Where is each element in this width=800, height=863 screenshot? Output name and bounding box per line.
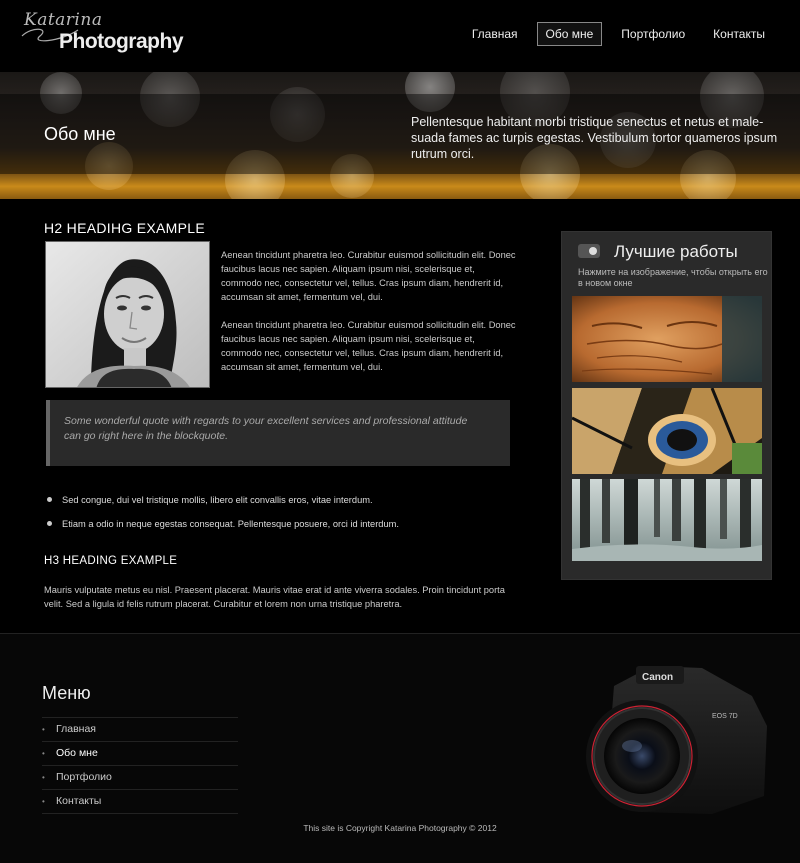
camera-model-text: EOS 7D [712,713,738,720]
page-title: Обо мне [44,124,116,144]
banner-description: Pellentesque habitant morbi tristique se… [411,115,778,161]
logo-script-text: Katarina [24,10,103,30]
h2-heading: H2 HEADIHG EXAMPLE [44,220,205,236]
blockquote-text: Some wonderful quote with regards to you… [64,415,468,442]
main-nav: Главная Обо мне Портфолио Контакты [463,22,774,46]
gallery-thumbnail-face[interactable] [572,296,762,382]
paragraph-3: Mauris vulputate metus eu nisl. Praesent… [44,585,505,609]
sidebar-title: Лучшие работы [614,242,738,261]
nav-item-contacts[interactable]: Контакты [704,22,774,46]
list-item: Sed congue, dui vel tristique mollis, li… [46,494,399,518]
nav-item-home[interactable]: Главная [463,22,527,46]
footer-menu-item-about[interactable]: Обо мне [42,742,238,766]
list-item: Etiam a odio in neque egestas consequat.… [46,518,399,542]
paragraph-1: Aenean tincidunt pharetra leo. Curabitur… [221,250,516,302]
gallery-thumbnail-forest[interactable] [572,479,762,561]
blockquote: Some wonderful quote with regards to you… [46,400,510,466]
camera-image: Canon EOS 7D [552,656,770,816]
sidebar-hint: Нажмите на изображение, чтобы открыть ег… [578,267,768,288]
toggle-icon [578,244,600,258]
copyright-text: This site is Copyright Katarina Photogra… [303,823,497,833]
footer-menu-title: Меню [42,683,91,703]
nav-item-about[interactable]: Обо мне [536,22,603,46]
footer-menu-item-portfolio[interactable]: Портфолио [42,766,238,790]
bullet-list: Sed congue, dui vel tristique mollis, li… [46,494,399,542]
h3-heading: H3 HEADING EXAMPLE [44,555,178,567]
footer-menu-item-home[interactable]: Главная [42,718,238,742]
footer-menu-item-contacts[interactable]: Контакты [42,790,238,814]
page-banner: Обо мне Pellentesque habitant morbi tris… [0,72,800,199]
site-logo[interactable]: Katarina Photography [20,10,184,58]
logo-main-text: Photography [59,30,184,53]
camera-brand-text: Canon [642,672,673,683]
footer-menu: Главная Обо мне Портфолио Контакты [42,717,238,814]
paragraph-2: Aenean tincidunt pharetra leo. Curabitur… [221,320,516,372]
site-footer: Меню Главная Обо мне Портфолио Контакты [0,633,800,863]
site-header: Katarina Photography Главная Обо мне Пор… [0,0,800,72]
best-works-sidebar: Лучшие работы Нажмите на изображение, чт… [561,231,772,580]
gallery-thumbnail-butterfly[interactable] [572,388,762,474]
nav-item-portfolio[interactable]: Портфолио [612,22,694,46]
portrait-photo [45,241,210,388]
